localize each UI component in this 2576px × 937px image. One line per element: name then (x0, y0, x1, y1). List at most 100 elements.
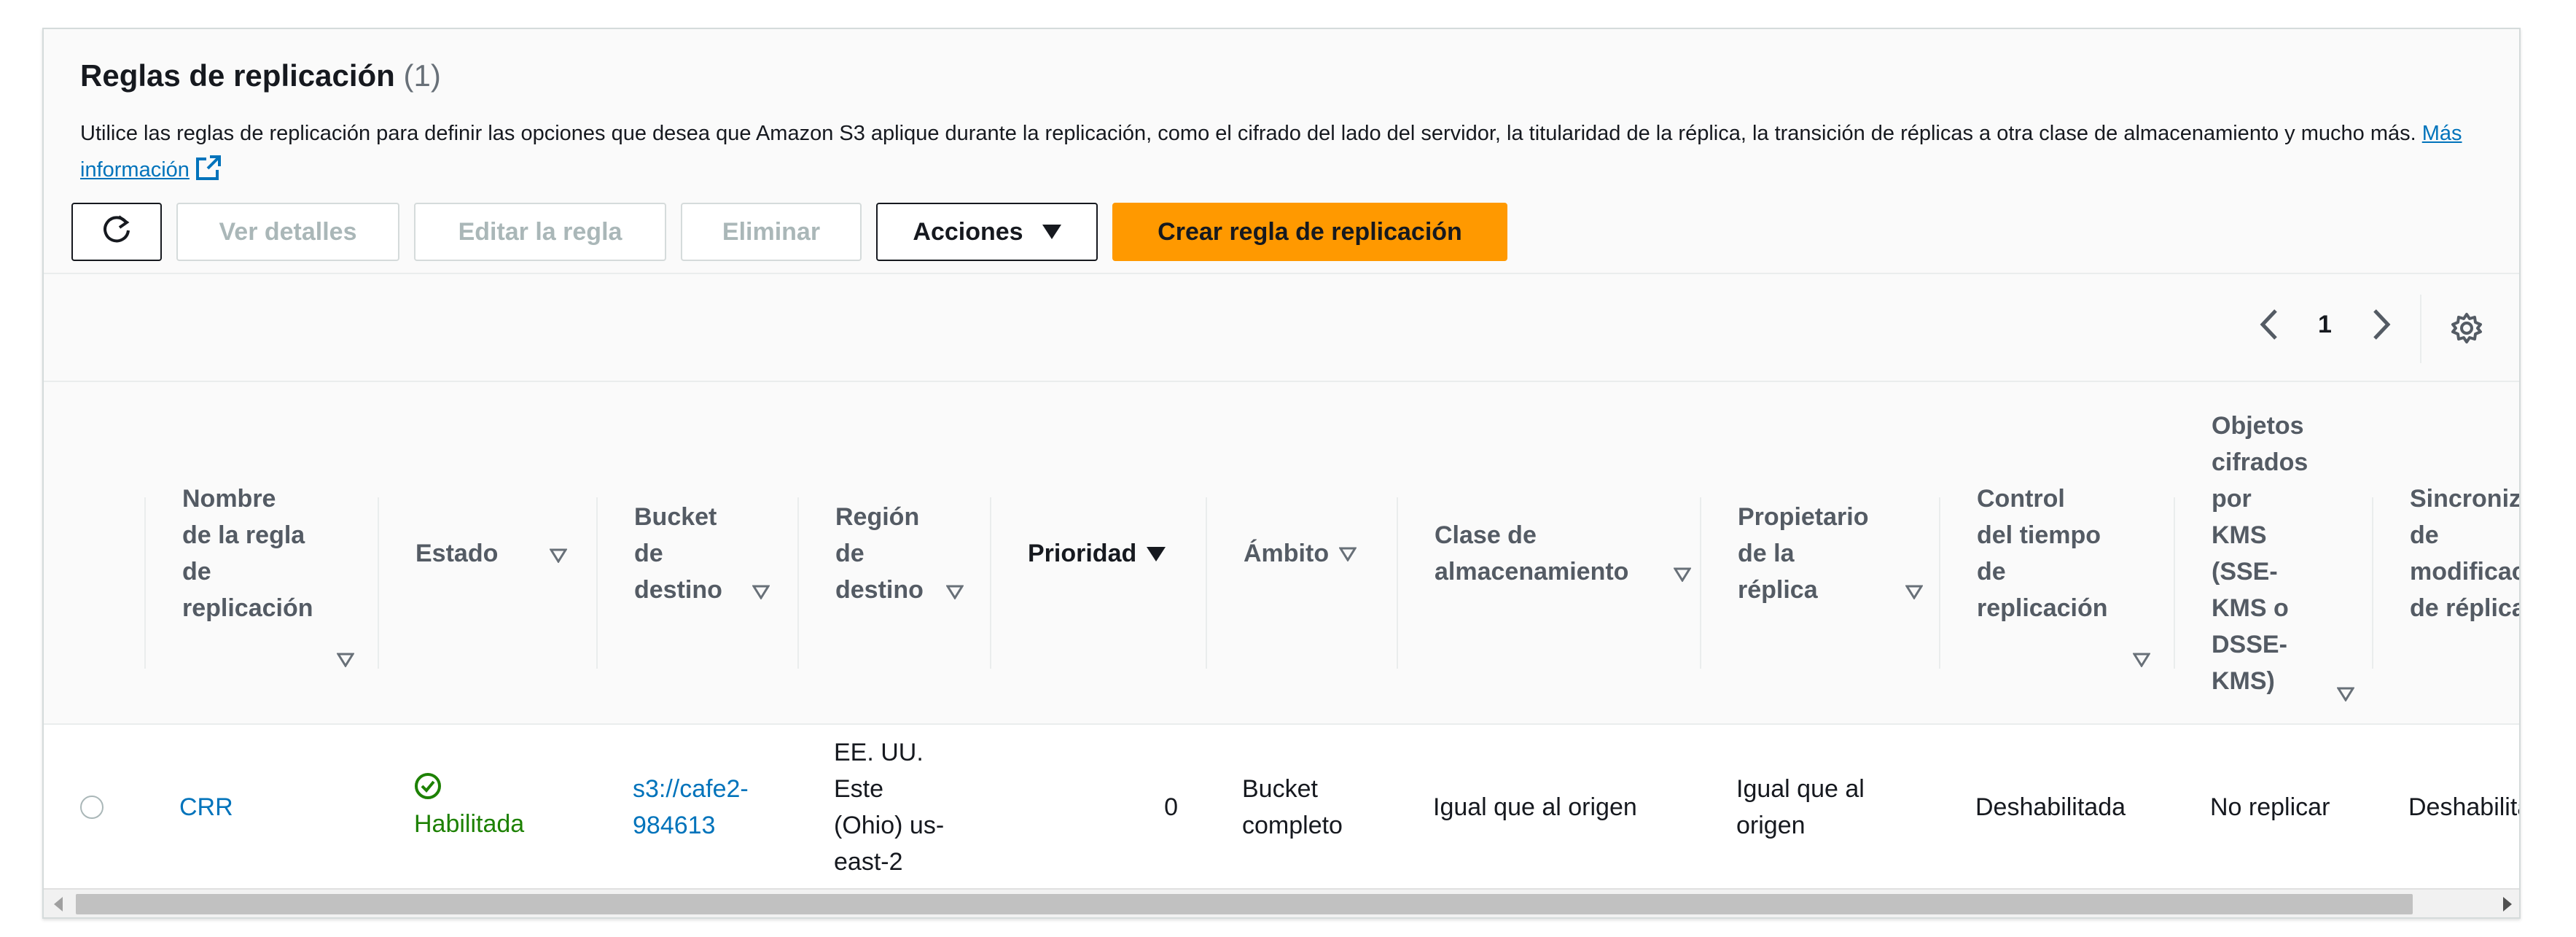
sort-unsorted-icon (1338, 535, 1357, 572)
header-divider (990, 497, 991, 669)
column-label: Clase de almacenamiento (1435, 521, 1629, 586)
sort-unsorted-icon (945, 573, 964, 610)
column-label: Sincronización de modificaciones de répl… (2410, 485, 2521, 622)
header-divider (378, 497, 379, 669)
divider (2420, 295, 2421, 363)
header-divider (1939, 497, 1940, 669)
cell-destination-region: EE. UU. Este (Ohio) us- east-2 (834, 725, 944, 890)
header-divider (144, 497, 146, 669)
status-text: Habilitada (414, 810, 525, 838)
column-header-scope[interactable]: Ámbito (1206, 382, 1397, 725)
column-header-replica-modification-sync[interactable]: Sincronización de modificaciones de répl… (2372, 382, 2521, 725)
scroll-left-arrow-icon[interactable] (54, 897, 63, 911)
column-label: Nombre de la regla de replicación (182, 485, 313, 622)
horizontal-scrollbar[interactable] (44, 888, 2519, 917)
replication-rules-panel: Reglas de replicación (1) Utilice las re… (42, 28, 2521, 919)
column-label: Ámbito (1244, 540, 1330, 567)
create-rule-label: Crear regla de replicación (1158, 217, 1462, 246)
column-header-destination-bucket[interactable]: Bucket de destino (596, 382, 797, 725)
column-header-replica-owner[interactable]: Propietario de la réplica (1700, 382, 1939, 725)
sort-unsorted-icon (1905, 573, 1924, 610)
column-label: Control del tiempo de replicación (1977, 485, 2108, 622)
cell-storage-class: Igual que al origen (1433, 725, 1637, 890)
sort-unsorted-icon (2132, 641, 2151, 677)
replica-owner-text: Igual que al origen (1736, 775, 1865, 839)
radio-button[interactable] (80, 796, 104, 819)
cell-replica-owner: Igual que al origen (1736, 725, 1865, 890)
cell-destination-bucket[interactable]: s3://cafe2- 984613 (633, 725, 749, 890)
view-details-label: Ver detalles (219, 217, 357, 246)
description: Utilice las reglas de replicación para d… (80, 115, 2478, 193)
rule-count: (1) (403, 58, 441, 93)
header-divider (1397, 497, 1398, 669)
column-label: Objetos cifrados por KMS (SSE- KMS o DSS… (2212, 412, 2308, 695)
rule-name-link[interactable]: CRR (179, 789, 233, 825)
actions-label: Acciones (913, 217, 1023, 246)
header-divider (596, 497, 598, 669)
view-details-button[interactable]: Ver detalles (176, 203, 399, 261)
edit-rule-label: Editar la regla (458, 217, 622, 246)
edit-rule-button[interactable]: Editar la regla (414, 203, 666, 261)
refresh-icon (100, 212, 133, 252)
column-label: Propietario de la réplica (1738, 503, 1869, 604)
chevron-left-icon[interactable] (2258, 306, 2280, 343)
scope-text: Bucket completo (1242, 775, 1343, 839)
cell-priority: 0 (990, 725, 1178, 890)
description-text: Utilice las reglas de replicación para d… (80, 122, 2416, 145)
cell-replication-time-control: Deshabilitada (1975, 725, 2126, 890)
column-header-destination-region[interactable]: Región de destino (797, 382, 990, 725)
priority-text: 0 (1164, 793, 1178, 821)
column-header-status[interactable]: Estado (378, 382, 596, 725)
header-divider (797, 497, 799, 669)
cell-replica-modification-sync: Deshabilitada (2408, 725, 2519, 890)
column-header-name[interactable]: Nombre de la regla de replicación (144, 382, 378, 725)
header-divider (1700, 497, 1701, 669)
sort-descending-icon (1147, 535, 1166, 572)
refresh-button[interactable] (71, 203, 162, 261)
page-number[interactable]: 1 (2318, 311, 2332, 339)
row-select-radio[interactable] (80, 725, 104, 890)
title-text: Reglas de replicación (80, 58, 395, 93)
table-body: CRR Habilitada s3://cafe2- 984613 EE. UU… (44, 725, 2519, 890)
destination-bucket-link[interactable]: s3://cafe2- 984613 (633, 771, 749, 844)
column-label: Estado (415, 540, 499, 567)
chevron-right-icon[interactable] (2370, 306, 2392, 343)
table-header: Nombre de la regla de replicación Estado… (44, 382, 2521, 725)
delete-button[interactable]: Eliminar (681, 203, 862, 261)
column-header-priority[interactable]: Prioridad (990, 382, 1206, 725)
sync-text: Deshabilitada (2408, 793, 2519, 821)
destination-region-text: EE. UU. Este (Ohio) us- east-2 (834, 739, 945, 876)
sort-unsorted-icon (752, 573, 770, 610)
sort-unsorted-icon (2336, 675, 2355, 712)
storage-class-text: Igual que al origen (1433, 793, 1637, 821)
header-divider (1206, 497, 1207, 669)
cell-kms-encrypted-objects: No replicar (2210, 725, 2330, 890)
cell-rule-name[interactable]: CRR (179, 725, 233, 890)
check-circle-icon (414, 772, 442, 806)
column-header-storage-class[interactable]: Clase de almacenamiento (1397, 382, 1700, 725)
rtc-text: Deshabilitada (1975, 793, 2126, 821)
column-label: Región de destino (835, 503, 924, 604)
column-header-kms-encrypted-objects[interactable]: Objetos cifrados por KMS (SSE- KMS o DSS… (2174, 382, 2372, 725)
scrollbar-thumb[interactable] (76, 894, 2413, 914)
actions-dropdown[interactable]: Acciones (876, 203, 1098, 261)
caret-down-icon (1042, 225, 1061, 239)
header-divider (2174, 497, 2175, 669)
delete-label: Eliminar (722, 217, 821, 246)
table-tools: 1 (44, 273, 2519, 382)
scroll-right-arrow-icon[interactable] (2503, 897, 2512, 911)
column-header-replication-time-control[interactable]: Control del tiempo de replicación (1939, 382, 2174, 725)
create-replication-rule-button[interactable]: Crear regla de replicación (1112, 203, 1507, 261)
cell-status: Habilitada (414, 725, 524, 890)
sort-unsorted-icon (1673, 556, 1692, 592)
kms-text: No replicar (2210, 793, 2330, 821)
column-label: Prioridad (1028, 540, 1137, 567)
external-link-icon[interactable] (195, 155, 222, 193)
sort-unsorted-icon (336, 641, 355, 677)
column-label: Bucket de destino (634, 503, 722, 604)
gear-icon[interactable] (2451, 312, 2483, 344)
sort-unsorted-icon (549, 537, 568, 573)
cell-scope: Bucket completo (1242, 725, 1343, 890)
header-divider (2372, 497, 2373, 669)
page-title: Reglas de replicación (1) (80, 58, 441, 93)
